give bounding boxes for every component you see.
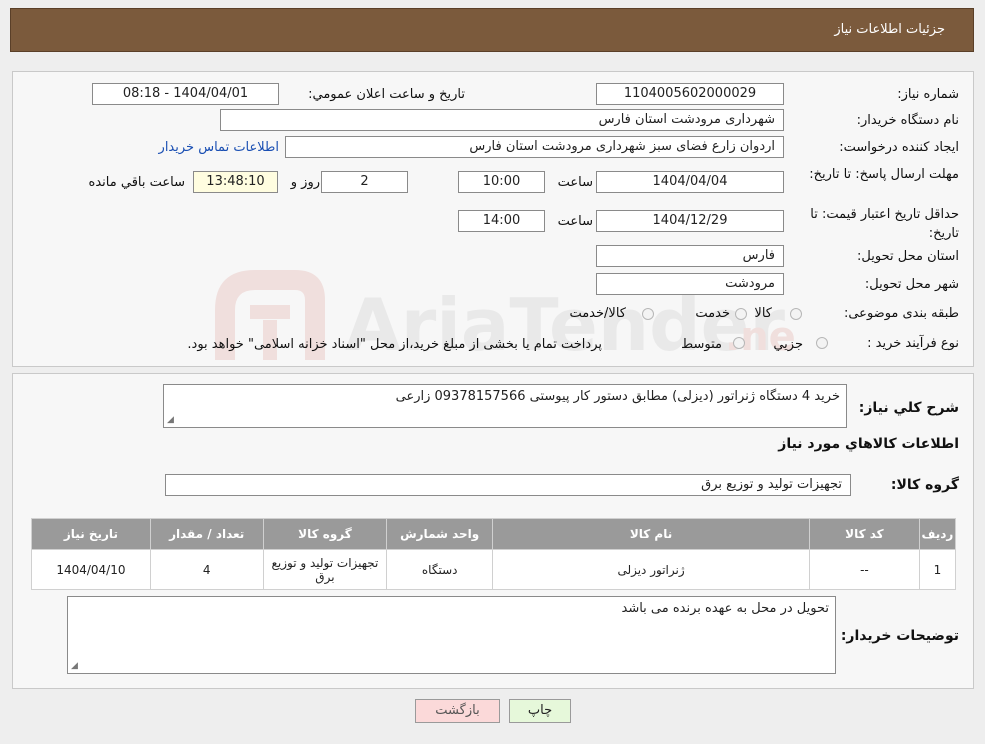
table-header-cell: واحد شمارش (386, 518, 494, 550)
validity-date-field: 1404/12/29 (596, 210, 784, 232)
table-header-cell: تاريخ نياز (31, 518, 151, 550)
table-header-row: رديف کد کالا نام کالا واحد شمارش گروه کا… (31, 518, 957, 550)
table-row: 1 -- ژنراتور ديزلی دستگاه تجهیزات تولید … (31, 549, 957, 590)
category-option-goods: کالا (754, 306, 772, 321)
buyer-org-field: شهرداری مرودشت استان فارس (220, 109, 784, 131)
category-option-service: خدمت (695, 306, 730, 321)
remaining-time-field: 13:48:10 (193, 171, 278, 193)
purchase-option-medium: متوسط (681, 337, 722, 352)
page-title: جزئیات اطلاعات نیاز (834, 22, 945, 37)
buyer-contact-link[interactable]: اطلاعات تماس خريدار (159, 140, 279, 155)
goods-table: رديف کد کالا نام کالا واحد شمارش گروه کا… (31, 518, 957, 590)
table-header-cell: نام کالا (492, 518, 811, 550)
table-cell-row-number: 1 (918, 549, 957, 590)
goods-group-field: تجهیزات تولید و توزیع برق (165, 474, 851, 496)
remaining-label: ساعت باقي مانده (88, 175, 185, 190)
need-number-field: 1104005602000029 (596, 83, 784, 105)
purchase-note: پرداخت تمام یا بخشی از مبلغ خرید،از محل … (187, 337, 602, 352)
deadline-date-field: 1404/04/04 (596, 171, 784, 193)
table-cell-item-code: -- (809, 549, 920, 590)
purchase-type-label: نوع فرآيند خريد : (867, 336, 959, 351)
table-cell-item-name: ژنراتور ديزلی (492, 549, 811, 590)
validity-time-label: ساعت (557, 214, 593, 229)
requester-field: اردوان زارع فضای سبز شهرداری مرودشت استا… (285, 136, 784, 158)
city-label: شهر محل تحويل: (864, 277, 959, 292)
purchase-option-minor: جزيي (773, 337, 803, 352)
deadline-time-label: ساعت (557, 175, 593, 190)
table-cell-unit: دستگاه (386, 549, 494, 590)
category-radio-goods[interactable] (790, 308, 802, 320)
need-number-label: شماره نیاز: (897, 87, 959, 102)
goods-group-label: گروه کالا: (890, 477, 959, 493)
province-label: استان محل تحويل: (857, 249, 959, 264)
resize-grip-icon[interactable]: ◢ (71, 661, 78, 671)
category-option-goods-service: کالا/خدمت (569, 306, 626, 321)
buyer-notes-label: توضيحات خريدار: (840, 628, 959, 644)
purchase-radio-medium[interactable] (733, 337, 745, 349)
deadline-label: مهلت ارسال پاسخ: تا تاریخ: (809, 167, 959, 182)
validity-time-field: 14:00 (458, 210, 545, 232)
table-header-cell: رديف (918, 518, 957, 550)
page-header: جزئیات اطلاعات نیاز (10, 8, 974, 52)
days-label: روز و (290, 175, 320, 190)
announce-datetime-field: 1404/04/01 - 08:18 (92, 83, 279, 105)
city-field: مرودشت (596, 273, 784, 295)
description-label: شرح کلي نياز: (858, 400, 959, 416)
days-remaining-field: 2 (321, 171, 408, 193)
announce-label: تاریخ و ساعت اعلان عمومي: (308, 87, 465, 102)
category-label: طبقه بندی موضوعی: (843, 306, 959, 321)
svg-text:AriaTender: AriaTender (345, 283, 786, 367)
back-button[interactable]: بازگشت (415, 699, 500, 723)
resize-grip-icon[interactable]: ◢ (167, 415, 174, 425)
requester-label: ايجاد کننده درخواست: (839, 140, 959, 155)
goods-info-title: اطلاعات کالاهاي مورد نياز (778, 436, 959, 452)
description-text: خريد 4 دستگاه ژنراتور (ديزلی) مطابق دستو… (395, 389, 840, 404)
print-button[interactable]: چاپ (509, 699, 571, 723)
category-radio-goods-service[interactable] (642, 308, 654, 320)
table-header-cell: گروه کالا (262, 518, 388, 550)
table-header-cell: کد کالا (809, 518, 920, 550)
table-header-cell: تعداد / مقدار (149, 518, 264, 550)
validity-label: حداقل تاريخ اعتبار قيمت: تا تاریخ: (810, 207, 959, 241)
province-field: فارس (596, 245, 784, 267)
purchase-radio-minor[interactable] (816, 337, 828, 349)
category-radio-service[interactable] (735, 308, 747, 320)
buyer-org-label: نام دستگاه خريدار: (856, 113, 959, 128)
deadline-time-field: 10:00 (458, 171, 545, 193)
description-textarea[interactable]: خريد 4 دستگاه ژنراتور (ديزلی) مطابق دستو… (163, 384, 847, 428)
table-cell-need-date: 1404/04/10 (31, 549, 151, 590)
buyer-notes-textarea[interactable]: تحویل در محل به عهده برنده می باشد ◢ (67, 596, 836, 674)
buyer-notes-text: تحویل در محل به عهده برنده می باشد (621, 601, 830, 616)
table-cell-quantity: 4 (149, 549, 264, 590)
table-cell-group: تجهیزات تولید و توزیع برق (262, 549, 388, 590)
